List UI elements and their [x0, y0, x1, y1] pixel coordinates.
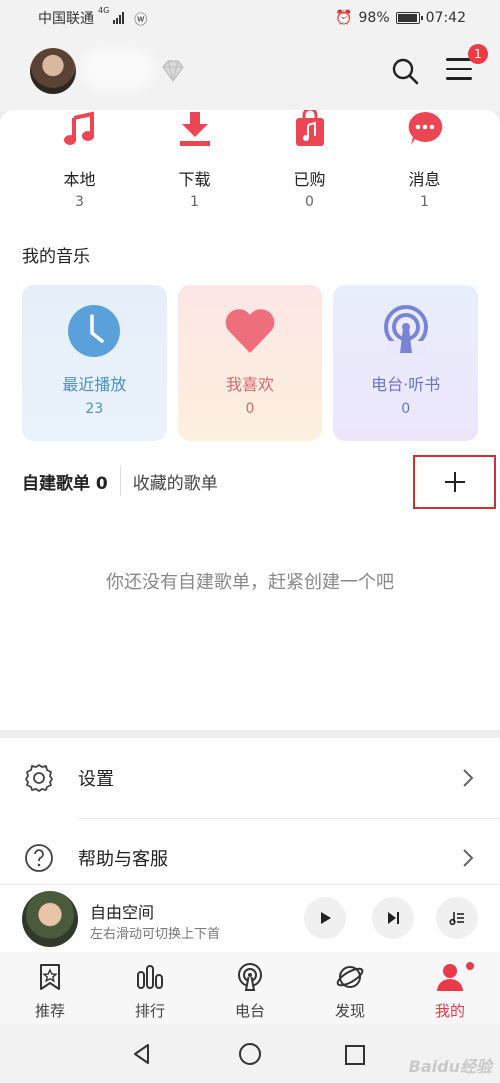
next-icon	[388, 912, 399, 924]
play-icon	[321, 912, 331, 924]
play-button[interactable]	[304, 897, 346, 939]
quick-label: 消息	[408, 170, 441, 189]
settings-list: 设置 帮助与客服	[0, 738, 500, 888]
clock-time: 07:42	[425, 10, 466, 26]
tab-discover[interactable]: 发现	[300, 952, 400, 1024]
nav-label: 电台	[234, 1002, 265, 1020]
signal-icon	[113, 12, 125, 24]
settings-label: 设置	[78, 769, 114, 790]
download-icon	[179, 112, 210, 146]
quick-item-messages[interactable]: 消息 1	[367, 110, 482, 220]
card-count: 0	[245, 401, 255, 417]
playlist-icon	[449, 912, 464, 926]
message-bubble-icon	[408, 111, 442, 145]
quick-count: 3	[75, 194, 84, 210]
tab-own-playlists[interactable]: 自建歌单 0	[22, 469, 108, 494]
add-playlist-button[interactable]	[413, 455, 496, 509]
battery-percent: 98%	[358, 10, 390, 26]
quick-label: 下载	[178, 170, 211, 189]
tab-recommend[interactable]: 推荐	[0, 952, 100, 1024]
empty-playlist-message: 你还没有自建歌单，赶紧创建一个吧	[106, 572, 394, 593]
quick-label: 本地	[63, 170, 96, 189]
recent-apps-icon[interactable]	[344, 1044, 366, 1066]
chevron-right-icon	[463, 769, 474, 787]
heart-icon	[225, 309, 275, 353]
username-redacted	[90, 56, 146, 82]
quick-count: 0	[305, 194, 314, 210]
nav-label: 推荐	[34, 1002, 65, 1020]
plus-icon	[444, 472, 465, 492]
radio-icon	[238, 963, 262, 991]
nav-label: 发现	[334, 1002, 365, 1020]
nav-label: 我的	[434, 1002, 465, 1020]
help-label: 帮助与客服	[78, 849, 168, 870]
tab-favorited-playlists[interactable]: 收藏的歌单	[133, 469, 218, 494]
quick-item-download[interactable]: 下载 1	[137, 110, 252, 220]
clock-icon	[68, 305, 121, 357]
wifi-icon: ⓦ	[134, 12, 148, 28]
help-icon	[25, 844, 53, 872]
gear-icon	[25, 764, 53, 792]
planet-icon	[336, 966, 364, 988]
status-bar: 中国联通 4G ⓦ ⏰ 98% 07:42	[0, 0, 500, 36]
profile-header: 1	[0, 36, 500, 112]
card-label: 电台·听书	[371, 375, 441, 394]
quick-label: 已购	[293, 170, 326, 189]
alarm-icon: ⏰	[335, 10, 353, 26]
player-hint: 左右滑动可切换上下首	[90, 927, 221, 942]
chevron-right-icon	[463, 849, 474, 867]
mini-player[interactable]: 自由空间 左右滑动可切换上下首	[0, 884, 500, 952]
menu-badge: 1	[468, 44, 488, 64]
radio-icon	[383, 305, 428, 357]
purchased-bag-icon	[295, 107, 324, 146]
song-title: 自由空间	[90, 903, 155, 922]
chart-bars-icon	[137, 965, 163, 989]
notification-dot	[466, 962, 474, 970]
tab-ranking[interactable]: 排行	[100, 952, 200, 1024]
next-button[interactable]	[372, 897, 414, 939]
my-music-cards: 最近播放 23 我喜欢 0 电台·听书 0	[22, 285, 479, 441]
avatar[interactable]	[30, 48, 76, 94]
playlist-button[interactable]	[436, 897, 478, 939]
card-label: 我喜欢	[226, 375, 275, 394]
settings-row[interactable]: 设置	[0, 738, 500, 818]
tab-divider	[119, 466, 121, 496]
main-card: 本地 3 下载 1 已购 0 消息 1 我的音乐 最近播放 23 我喜欢 0 电…	[0, 107, 500, 730]
quick-item-local[interactable]: 本地 3	[22, 110, 137, 220]
system-nav-bar: Baidu经验	[0, 1024, 500, 1083]
star-bookmark-icon	[40, 964, 60, 990]
music-note-icon	[63, 111, 94, 145]
playlist-tabs: 自建歌单 0 收藏的歌单	[22, 465, 218, 497]
quick-item-purchased[interactable]: 已购 0	[252, 107, 367, 220]
tab-radio[interactable]: 电台	[200, 952, 300, 1024]
network-type: 4G	[98, 6, 110, 15]
quick-access: 本地 3 下载 1 已购 0 消息 1	[0, 107, 500, 220]
recent-play-card[interactable]: 最近播放 23	[22, 285, 167, 441]
quick-count: 1	[190, 194, 199, 210]
home-icon[interactable]	[238, 1042, 262, 1066]
card-count: 23	[85, 401, 104, 417]
carrier-name: 中国联通	[38, 11, 94, 27]
user-icon	[437, 964, 463, 991]
card-label: 最近播放	[62, 375, 127, 394]
nav-label: 排行	[134, 1002, 165, 1020]
back-icon[interactable]	[130, 1042, 154, 1066]
radio-audiobook-card[interactable]: 电台·听书 0	[333, 285, 479, 441]
tab-mine[interactable]: 我的	[400, 952, 500, 1024]
search-icon[interactable]	[390, 56, 420, 86]
vip-diamond-icon[interactable]	[160, 58, 186, 84]
watermark: Baidu经验	[408, 1057, 492, 1076]
card-count: 0	[401, 401, 411, 417]
quick-count: 1	[420, 194, 429, 210]
bottom-nav: 推荐 排行 电台 发现 我的	[0, 952, 500, 1024]
liked-card[interactable]: 我喜欢 0	[177, 285, 323, 441]
battery-icon	[395, 12, 423, 24]
album-cover[interactable]	[22, 891, 78, 947]
my-music-title: 我的音乐	[22, 247, 90, 267]
